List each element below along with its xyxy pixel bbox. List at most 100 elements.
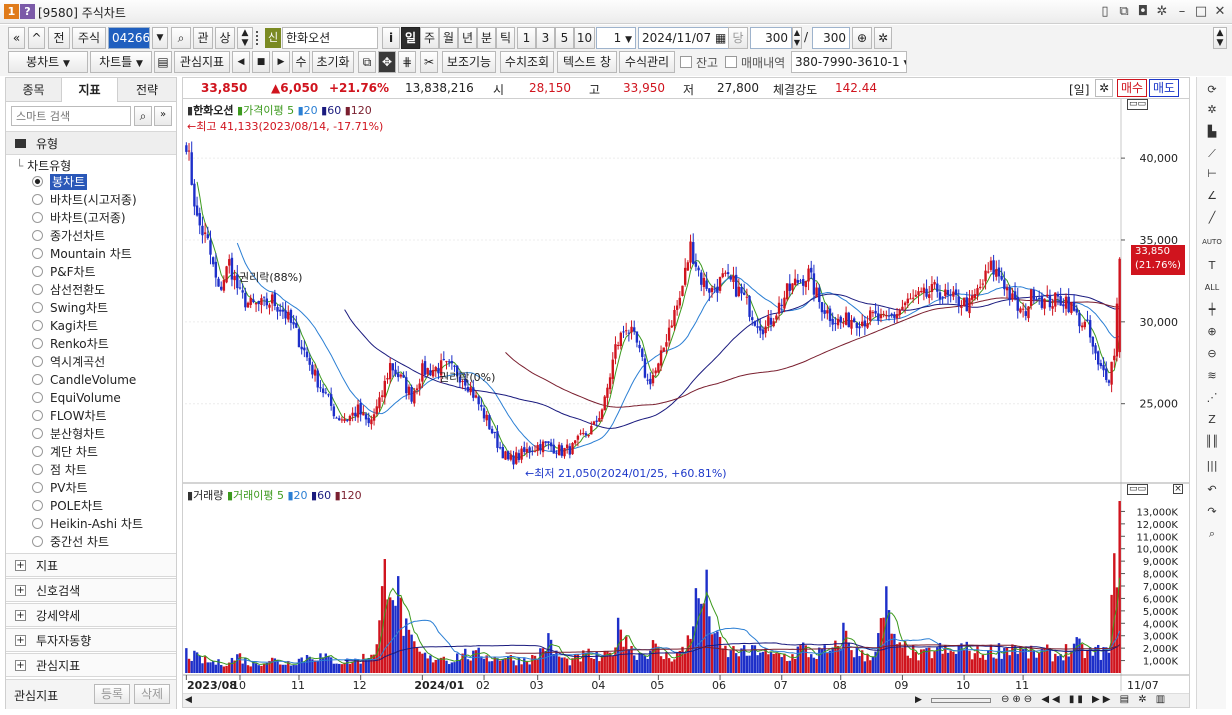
count-spinner-icon[interactable]: ▲ ▼ [792, 27, 802, 49]
period-tab-1[interactable]: 주 [420, 27, 439, 49]
buy-button[interactable]: 매수 [1117, 79, 1147, 97]
angle-line-icon[interactable]: ∠ [1201, 187, 1223, 205]
minimize-icon[interactable]: – [1173, 3, 1191, 21]
code-dropdown-icon[interactable]: ▼ [152, 27, 168, 49]
text-window-button[interactable]: 텍스트 창 [557, 51, 617, 73]
sang-button[interactable]: 상 [215, 27, 235, 49]
volume-panel-close-icon[interactable]: × [1173, 484, 1183, 494]
grid-icon[interactable]: ⋕ [398, 51, 416, 73]
calendar-icon[interactable]: ▦ [715, 31, 726, 45]
chart-type-item[interactable]: P&F차트 [32, 263, 96, 281]
maximize-icon[interactable]: □ [1192, 3, 1210, 21]
minute-option-3[interactable]: 3 [536, 27, 555, 49]
gwansim-indicator-button[interactable]: 관심지표 [174, 51, 230, 73]
search-icon[interactable]: ⌕ [171, 27, 191, 49]
app-number-badge[interactable]: 1 [4, 4, 19, 19]
stock-chart[interactable]: 25,00030,00035,00040,0001,000K2,000K3,00… [183, 99, 1189, 707]
help-badge[interactable]: ? [20, 4, 35, 19]
dang-button[interactable]: 당 [728, 27, 748, 49]
chart-type-item[interactable]: 점 차트 [32, 461, 87, 479]
chart-type-item[interactable]: POLE차트 [32, 497, 103, 515]
chart-type-item[interactable]: 분산형차트 [32, 425, 105, 443]
stock-name-field[interactable]: 한화오션 [282, 27, 378, 49]
scroll-right-icon[interactable]: ▶ [272, 51, 290, 73]
window-icon[interactable]: ⧉ [358, 51, 376, 73]
section-item[interactable]: + 지표 [6, 553, 176, 577]
text-tool-icon[interactable]: T [1201, 257, 1223, 275]
chart-type-item[interactable]: 바차트(고저종) [32, 209, 126, 227]
minute-option-10[interactable]: 10 [574, 27, 595, 49]
channel-icon[interactable]: ⋰ [1201, 389, 1223, 407]
chart-type-item[interactable]: 계단 차트 [32, 443, 98, 461]
zoom-in-icon[interactable]: ⊕ [1201, 323, 1223, 341]
copy-icon[interactable]: ⧉ [1115, 3, 1133, 21]
close-icon[interactable]: ✕ [1211, 3, 1229, 21]
period-tab-5[interactable]: 틱 [496, 27, 515, 49]
magnifier-icon[interactable]: ⌕ [1201, 525, 1223, 543]
collapse-icon[interactable]: » [154, 106, 172, 126]
section-item[interactable]: + 신호검색 [6, 578, 176, 602]
refresh-icon[interactable]: ⟳ [1201, 81, 1223, 99]
stock-type-button[interactable]: 주식 [72, 27, 106, 49]
gwan-button[interactable]: 관 [193, 27, 213, 49]
zoom-out-icon[interactable]: ⊖ [1201, 345, 1223, 363]
formula-manage-button[interactable]: 수식관리 [619, 51, 675, 73]
tree-parent[interactable]: └ 차트유형 [16, 157, 71, 174]
diagonal-line-icon[interactable]: ╱ [1201, 209, 1223, 227]
chart-type-item[interactable]: 바차트(시고저종) [32, 191, 137, 209]
zoom-slider[interactable] [931, 698, 991, 703]
save-icon[interactable]: ▤ [154, 51, 172, 73]
delete-button[interactable]: 삭제 [134, 684, 170, 704]
nav-up-button[interactable]: ^ [28, 27, 45, 49]
count-input-1[interactable]: 300 [750, 27, 792, 49]
tab-strategy[interactable]: 전략 [118, 78, 176, 102]
horizontal-line-icon[interactable]: ⊢ [1201, 165, 1223, 183]
section-item[interactable]: + 강세약세 [6, 603, 176, 627]
chart-type-item[interactable]: EquiVolume [32, 389, 121, 407]
crosshair-move-icon[interactable]: ✥ [378, 51, 396, 73]
vertical-lines-icon[interactable]: ║║ [1201, 433, 1223, 451]
period-tab-0[interactable]: 일 [401, 27, 420, 49]
auto-line-icon[interactable]: AUTO [1201, 233, 1223, 251]
chart-nav-controls-icon[interactable]: ⊖⊕⊖ ◀◀ ▮▮ ▶▶ ▤ ✲ ▥ [1001, 694, 1168, 705]
value-lookup-button[interactable]: 수치조회 [500, 51, 554, 73]
reset-button[interactable]: 초기화 [312, 51, 354, 73]
updown-spinner-icon[interactable]: ▲ ▼ [237, 27, 253, 49]
chart-type-item[interactable]: Heikin-Ashi 차트 [32, 515, 143, 533]
grid-lines-icon[interactable]: ||| [1201, 457, 1223, 475]
scroll-left-icon[interactable]: ◀ [185, 695, 192, 705]
memo-icon[interactable]: ▯ [1096, 3, 1114, 21]
chart-type-item[interactable]: 삼선전환도 [32, 281, 105, 299]
aux-function-button[interactable]: 보조기능 [442, 51, 496, 73]
fibonacci-icon[interactable]: ≋ [1201, 367, 1223, 385]
balance-checkbox[interactable] [680, 56, 692, 68]
section-type-head[interactable]: 유형 [6, 131, 176, 155]
trend-line-icon[interactable]: ⟋ [1201, 145, 1223, 163]
stock-code-input[interactable]: 042660 [108, 27, 150, 49]
chart-type-item[interactable]: FLOW차트 [32, 407, 107, 425]
tab-indicator[interactable]: 지표 [62, 78, 118, 102]
minute-option-1[interactable]: 1 [517, 27, 536, 49]
minute-option-5[interactable]: 5 [555, 27, 574, 49]
info-button[interactable]: i [382, 27, 400, 49]
su-button[interactable]: 수 [292, 51, 310, 73]
chart-type-item[interactable]: CandleVolume [32, 371, 136, 389]
chart-type-item[interactable]: Kagi차트 [32, 317, 98, 335]
scroll-right-icon[interactable]: ▶ [915, 695, 922, 705]
nav-first-button[interactable]: « [8, 27, 25, 49]
section-item[interactable]: + 투자자동향 [6, 628, 176, 652]
zigzag-icon[interactable]: Z [1201, 411, 1223, 429]
undo-icon[interactable]: ↶ [1201, 481, 1223, 499]
smart-search-input[interactable] [11, 106, 131, 126]
bar-chart-icon[interactable]: ▙ [1201, 123, 1223, 141]
candle-tool-icon[interactable]: ┿ [1201, 301, 1223, 319]
prev-button[interactable]: 전 [48, 27, 70, 49]
trade-history-checkbox[interactable] [725, 56, 737, 68]
chart-type-item[interactable]: Swing차트 [32, 299, 108, 317]
zoom-plus-icon[interactable]: ⊕ [852, 27, 872, 49]
chart-type-item[interactable]: 중간선 차트 [32, 533, 109, 551]
chart-settings-icon[interactable]: ✲ [1095, 79, 1113, 97]
scissors-icon[interactable]: ✂ [420, 51, 438, 73]
section-item[interactable]: + 관심지표 [6, 653, 176, 677]
scroll-left-icon[interactable]: ◀ [232, 51, 250, 73]
